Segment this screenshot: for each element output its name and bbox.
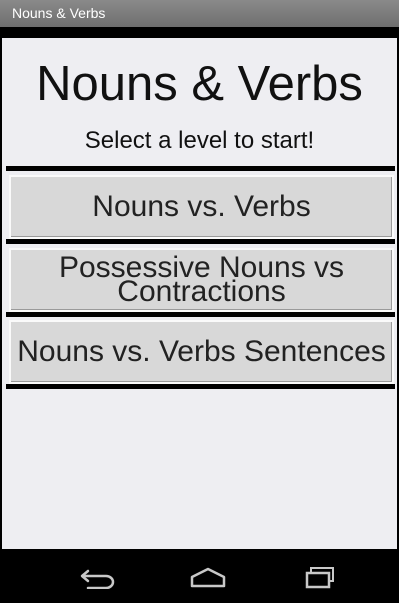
level-button-label: Possessive Nouns vs Contractions [58, 251, 345, 308]
recent-apps-button[interactable] [290, 559, 350, 595]
level-button-nouns-vs-verbs[interactable]: Nouns vs. Verbs [9, 175, 394, 239]
level-button-possessive-nouns-vs-contractions[interactable]: Possessive Nouns vs Contractions [9, 248, 394, 312]
back-icon [80, 569, 115, 589]
level-button-label: Nouns vs. Verbs Sentences [17, 335, 386, 368]
screen: Nouns & Verbs Nouns & Verbs Select a lev… [0, 0, 399, 603]
header: Nouns & Verbs Select a level to start! [3, 40, 396, 163]
window-title: Nouns & Verbs [12, 5, 106, 21]
recent-apps-icon [305, 567, 334, 589]
app-content: Nouns & Verbs Select a level to start! N… [2, 38, 397, 549]
level-button-nouns-vs-verbs-sentences[interactable]: Nouns vs. Verbs Sentences [9, 320, 394, 384]
subtitle: Select a level to start! [84, 127, 315, 154]
divider [6, 312, 395, 317]
window-title-bar: Nouns & Verbs [0, 0, 399, 27]
level-button-label: Nouns vs. Verbs [92, 190, 311, 223]
home-icon [190, 567, 226, 588]
divider [6, 384, 395, 389]
home-button[interactable] [178, 559, 238, 595]
app-title: Nouns & Verbs [36, 57, 363, 111]
back-button[interactable] [68, 559, 128, 595]
divider [6, 239, 395, 244]
navigation-bar [0, 549, 399, 603]
divider [6, 166, 395, 171]
